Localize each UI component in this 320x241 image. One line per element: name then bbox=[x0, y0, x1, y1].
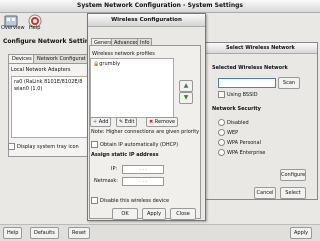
move-up-button[interactable]: ▲ bbox=[179, 80, 193, 92]
profile-list[interactable]: 🔒grumbly bbox=[90, 58, 174, 118]
ssid-input[interactable] bbox=[218, 78, 276, 88]
option-label: WEP bbox=[227, 130, 239, 136]
radio-icon[interactable] bbox=[218, 139, 225, 146]
dhcp-label: Obtain IP automatically (DHCP) bbox=[100, 142, 179, 148]
cancel-button[interactable]: Cancel bbox=[254, 187, 276, 199]
remove-button[interactable]: ✖ Remove bbox=[146, 117, 179, 127]
security-wep[interactable]: WEP bbox=[218, 129, 238, 136]
disable-checkbox[interactable] bbox=[91, 197, 98, 204]
help-label[interactable]: Help bbox=[29, 25, 40, 31]
dialog-apply-button[interactable]: Apply bbox=[142, 208, 166, 220]
profile-name: grumbly bbox=[99, 61, 121, 67]
security-wpa-personal[interactable]: WPA Personal bbox=[218, 139, 261, 146]
remove-icon: ✖ bbox=[149, 119, 154, 125]
disable-row[interactable]: Disable this wireless device bbox=[91, 197, 169, 204]
reset-button-label: Reset bbox=[72, 230, 86, 236]
overview-label[interactable]: Overview bbox=[1, 25, 25, 31]
close-button[interactable]: Close bbox=[170, 208, 196, 220]
priority-note: Note: Higher connections are given prior… bbox=[91, 129, 200, 135]
apply-button[interactable]: Apply bbox=[290, 227, 313, 239]
select-button[interactable]: Select bbox=[280, 187, 306, 199]
option-label: Disabled bbox=[227, 120, 249, 126]
bssid-label: Using BSSID bbox=[227, 92, 258, 98]
page-title: Configure Network Settings bbox=[3, 38, 97, 45]
down-arrow-icon: ▼ bbox=[183, 94, 189, 101]
tray-checkbox[interactable] bbox=[8, 143, 15, 150]
security-wpa-enterprise[interactable]: WPA Enterprise bbox=[218, 149, 265, 156]
static-ip-label: Assign static IP address bbox=[91, 152, 159, 158]
option-label: WPA Personal bbox=[227, 140, 261, 146]
plus-icon: + bbox=[93, 119, 98, 125]
ok-button[interactable]: OK bbox=[112, 208, 138, 220]
pencil-icon: ✎ bbox=[119, 119, 124, 125]
apply-button-label: Apply bbox=[294, 230, 309, 236]
profile-item[interactable]: 🔒grumbly bbox=[93, 61, 120, 67]
scan-button[interactable]: Scan bbox=[278, 77, 300, 89]
tray-icon-row[interactable]: Display system tray icon bbox=[8, 143, 79, 150]
help-button[interactable]: Help bbox=[3, 227, 23, 239]
edit-button[interactable]: ✎ Edit bbox=[116, 117, 138, 127]
up-arrow-icon: ▲ bbox=[183, 82, 189, 89]
adapters-label: Local Network Adapters bbox=[11, 67, 71, 73]
select-wireless-window: Select Wireless Network Selected Wireles… bbox=[203, 42, 318, 200]
bssid-checkbox[interactable] bbox=[218, 91, 225, 98]
selected-network-label: Selected Wireless Network bbox=[212, 65, 288, 71]
option-label: WPA Enterprise bbox=[227, 150, 266, 156]
dhcp-row[interactable]: Obtain IP automatically (DHCP) bbox=[91, 141, 178, 148]
radio-icon[interactable] bbox=[218, 149, 225, 156]
radio-icon[interactable] bbox=[218, 129, 225, 136]
netmask-label: Netmask: bbox=[94, 178, 118, 184]
ip-input[interactable]: . . . bbox=[122, 165, 164, 174]
netmask-input[interactable]: . . . bbox=[122, 177, 164, 186]
bottom-bar: Help Defaults Reset Apply bbox=[0, 224, 320, 241]
bssid-row[interactable]: Using BSSID bbox=[218, 91, 258, 98]
edit-label: Edit bbox=[124, 119, 135, 125]
disable-label: Disable this wireless device bbox=[100, 198, 170, 204]
dialog-title: Wireless Configuration bbox=[88, 14, 205, 27]
dhcp-checkbox[interactable] bbox=[91, 141, 98, 148]
add-button[interactable]: + Add bbox=[90, 117, 112, 127]
defaults-button-label: Defaults bbox=[34, 230, 55, 236]
reset-button[interactable]: Reset bbox=[68, 227, 90, 239]
ip-label: IP: bbox=[111, 166, 118, 172]
move-down-button[interactable]: ▼ bbox=[179, 92, 193, 104]
security-disabled[interactable]: Disabled bbox=[218, 119, 249, 126]
remove-label: Remove bbox=[154, 119, 176, 125]
defaults-button[interactable]: Defaults bbox=[30, 227, 59, 239]
add-label: Add bbox=[98, 119, 109, 125]
select-window-title: Select Wireless Network bbox=[204, 43, 317, 54]
adapter-item[interactable]: ra0 (RaLink 8101E/8102E/8 bbox=[14, 79, 82, 85]
window-title: System Network Configuration - System Se… bbox=[0, 0, 320, 13]
adapter-item[interactable]: wlan0 (1.0) bbox=[14, 86, 42, 92]
profiles-label: Wireless network profiles bbox=[92, 51, 155, 57]
configure-button[interactable]: Configure bbox=[280, 169, 306, 181]
radio-icon[interactable] bbox=[218, 119, 225, 126]
tray-label: Display system tray icon bbox=[17, 144, 79, 150]
help-button-label: Help bbox=[7, 230, 19, 236]
security-label: Network Security bbox=[212, 106, 261, 112]
adapter-list[interactable]: ra0 (RaLink 8101E/8102E/8 wlan0 (1.0) bbox=[11, 76, 91, 138]
